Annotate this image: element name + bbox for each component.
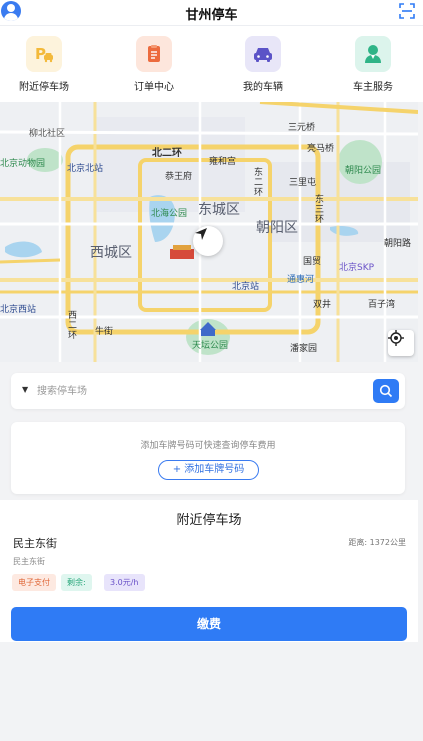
scan-icon[interactable] [399, 3, 415, 19]
page-title: 甘州停车 [185, 8, 238, 23]
quick-nav: P 附近停车场 订单中心 我的车辆 车主服务 [0, 26, 423, 102]
map-label: 北海公园 [151, 209, 188, 219]
add-plate-button[interactable]: + 添加车牌号码 [158, 460, 259, 480]
tag-electronic-pay: 电子支付 [12, 574, 56, 591]
nav-my-vehicles[interactable]: 我的车辆 [223, 36, 303, 93]
parking-icon: P [26, 36, 62, 72]
nearby-section: 附近停车场 民主东街 距离: 1372公里 民主东街 电子支付 剩余: 3.0元… [0, 500, 418, 642]
lot-address: 民主东街 [13, 557, 45, 566]
nav-label: 我的车辆 [243, 82, 283, 93]
map-label: 东二环 [254, 168, 264, 198]
nav-label: 车主服务 [353, 82, 393, 93]
map-label: 三元桥 [288, 123, 316, 133]
search-icon [379, 384, 393, 398]
tag-price: 3.0元/h [104, 574, 145, 591]
section-title: 附近停车场 [176, 513, 242, 528]
map-label: 通惠河 [287, 275, 315, 285]
map-label: 双井 [313, 300, 332, 310]
map-label: 牛街 [95, 327, 114, 337]
map-label: 朝阳路 [384, 239, 412, 249]
plate-hint: 添加车牌号码可快速查询停车费用 [140, 441, 276, 451]
map-label: 雍和宫 [209, 157, 237, 167]
app-root: 甘州停车 P 附近停车场 订单中心 我的车辆 车主服务 柳北社区 北京动物园 北… [0, 0, 423, 741]
map-label: 柳北社区 [29, 129, 66, 139]
pay-button[interactable]: 缴费 [11, 607, 407, 641]
map-label: 朝阳区 [256, 220, 298, 236]
map-label: 东城区 [198, 202, 240, 218]
map-label: 朝阳公园 [345, 166, 382, 176]
map-label: 三里屯 [289, 178, 317, 188]
map-label: 西二环 [68, 311, 78, 341]
nav-label: 附近停车场 [19, 82, 69, 93]
top-bar: 甘州停车 [0, 0, 423, 26]
map-label: 北京北站 [67, 164, 104, 174]
search-button[interactable] [373, 379, 399, 403]
map-label: 北京站 [232, 282, 260, 292]
tag-remaining: 剩余: [61, 574, 92, 591]
search-bar: ▼ [11, 373, 405, 409]
svg-text:P: P [35, 45, 46, 63]
nav-owner-service[interactable]: 车主服务 [333, 36, 413, 93]
nav-nearby-parking[interactable]: P 附近停车场 [4, 36, 84, 93]
map-label: 东三环 [315, 195, 325, 225]
map-label: 国贸 [303, 257, 322, 267]
map-label: 天坛公园 [192, 341, 229, 351]
search-input[interactable] [37, 381, 357, 401]
nav-order-center[interactable]: 订单中心 [114, 36, 194, 93]
map-label: 恭王府 [165, 172, 193, 182]
map-label: 百子湾 [368, 300, 396, 310]
service-icon [355, 36, 391, 72]
locate-icon[interactable] [388, 330, 414, 356]
navigation-arrow-icon[interactable] [193, 226, 223, 256]
map-label: 亮马桥 [307, 144, 335, 154]
map-label: 西城区 [90, 245, 132, 261]
map-label: 北京SKP [339, 263, 375, 273]
lot-distance: 距离: 1372公里 [348, 538, 406, 547]
dropdown-caret-icon[interactable]: ▼ [22, 385, 28, 394]
map-label: 潘家园 [290, 344, 318, 354]
map-label: 北二环 [152, 148, 182, 159]
map-label: 北京动物园 [0, 159, 46, 169]
map-view[interactable]: 柳北社区 北京动物园 北京北站 北二环 雍和宫 恭王府 北海公园 东城区 朝阳区… [0, 102, 418, 362]
nav-label: 订单中心 [134, 82, 174, 93]
car-icon [245, 36, 281, 72]
map-label: 北京西站 [0, 305, 37, 315]
plate-card: 添加车牌号码可快速查询停车费用 + 添加车牌号码 [11, 422, 405, 494]
lot-name[interactable]: 民主东街 [13, 535, 57, 551]
order-icon [136, 36, 172, 72]
